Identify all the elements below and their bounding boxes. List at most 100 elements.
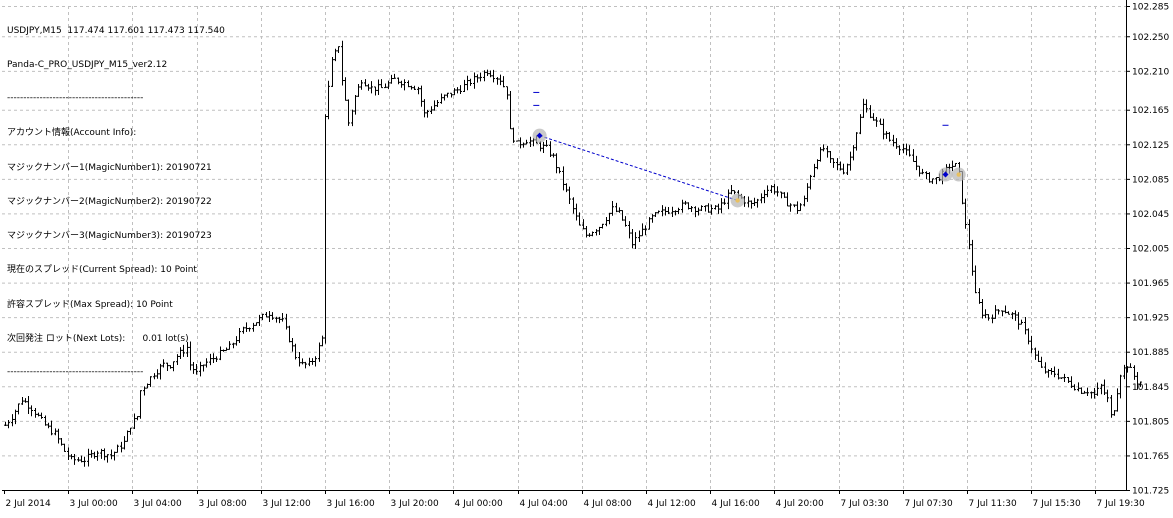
ohlc-bar	[773, 183, 776, 195]
ohlc-bar	[314, 356, 317, 367]
time-tick-label: 4 Jul 16:00	[712, 499, 761, 509]
ohlc-bar	[789, 203, 792, 212]
ohlc-bar	[978, 288, 981, 304]
ohlc-bar	[1004, 305, 1007, 314]
next-lots: 次回発注 ロット(Next Lots): 0.01 lot(s)	[7, 333, 189, 344]
ohlc-bar	[954, 162, 957, 167]
current-spread: 現在のスプレッド(Current Spread): 10 Point	[7, 265, 197, 276]
ohlc-bar	[875, 117, 878, 127]
ohlc-bar	[407, 80, 410, 88]
ohlc-bar	[912, 149, 915, 163]
ohlc-bar	[374, 86, 377, 96]
info-panel: USDJPY,M15 117.474 117.601 117.473 117.5…	[7, 3, 225, 402]
ohlc-bar	[714, 205, 717, 210]
ohlc-bar	[47, 422, 50, 429]
ohlc-bar	[859, 114, 862, 135]
time-tick-label: 7 Jul 11:30	[969, 499, 1018, 509]
ohlc-bar	[60, 438, 63, 446]
ohlc-bar	[776, 186, 779, 197]
ohlc-bar	[879, 118, 882, 125]
ohlc-bar	[1113, 410, 1116, 416]
time-tick-label: 3 Jul 08:00	[199, 499, 248, 509]
ohlc-bar	[1060, 377, 1063, 380]
ohlc-bar	[258, 314, 261, 326]
ohlc-bar	[700, 205, 703, 211]
ohlc-bar	[760, 193, 763, 204]
ohlc-bar	[242, 326, 245, 334]
ohlc-bar	[417, 86, 420, 95]
ohlc-bar	[403, 79, 406, 91]
ohlc-bar	[1067, 377, 1070, 383]
time-tick-label: 3 Jul 00:00	[70, 499, 119, 509]
ohlc-bar	[235, 336, 238, 346]
ohlc-bar	[862, 98, 865, 118]
ohlc-bar	[552, 153, 555, 158]
ohlc-bar	[77, 457, 80, 462]
time-tick-label: 3 Jul 12:00	[263, 499, 312, 509]
ohlc-bar	[555, 153, 558, 174]
ohlc-bar	[364, 79, 367, 87]
ohlc-bar	[380, 79, 383, 89]
ohlc-bar	[390, 74, 393, 84]
ohlc-bar	[1133, 365, 1136, 380]
ohlc-bar	[67, 447, 70, 460]
ohlc-bar	[370, 81, 373, 94]
ohlc-bar	[951, 160, 954, 172]
ohlc-bar	[905, 143, 908, 156]
ohlc-bar	[410, 85, 413, 90]
ohlc-bar	[506, 86, 509, 100]
ohlc-bar	[628, 221, 631, 239]
ohlc-bar	[690, 206, 693, 213]
price-tick-label: 102.285	[1132, 3, 1169, 13]
ohlc-bar	[1037, 350, 1040, 363]
ohlc-bar	[4, 421, 7, 426]
ohlc-bar	[344, 77, 347, 101]
ohlc-bar	[288, 325, 291, 343]
ohlc-bar	[621, 210, 624, 221]
ohlc-bar	[446, 92, 449, 98]
ohlc-bar	[558, 167, 561, 174]
ohlc-bar	[968, 219, 971, 250]
ohlc-bar	[129, 427, 132, 435]
ohlc-bar	[707, 203, 710, 213]
ohlc-bar	[677, 207, 680, 215]
ohlc-bar	[496, 77, 499, 85]
ohlc-bar	[634, 232, 637, 250]
price-tick-label: 101.965	[1132, 279, 1169, 289]
ohlc-bar	[459, 85, 462, 95]
ohlc-bar	[997, 309, 1000, 315]
ohlc-bar	[750, 200, 753, 209]
ohlc-bar	[1014, 310, 1017, 321]
time-tick-label: 7 Jul 15:30	[1033, 499, 1082, 509]
ohlc-bar	[598, 226, 601, 236]
ohlc-bar	[1073, 384, 1076, 391]
price-tick-label: 102.250	[1132, 33, 1169, 43]
ohlc-bar	[245, 322, 248, 332]
ohlc-bar	[123, 436, 126, 450]
ohlc-bar	[763, 189, 766, 204]
ohlc-bar	[341, 40, 344, 86]
ea-name: Panda-C_PRO_USDJPY_M15_ver2.12	[7, 60, 168, 71]
ohlc-bar	[80, 455, 83, 463]
ohlc-bar	[413, 85, 416, 90]
price-tick-label: 101.725	[1132, 487, 1169, 497]
ohlc-bar	[357, 84, 360, 97]
ohlc-bar	[605, 216, 608, 227]
ohlc-bar	[842, 163, 845, 175]
time-tick-label: 3 Jul 16:00	[327, 499, 376, 509]
ohlc-bar	[981, 298, 984, 319]
chart-window[interactable]: 102.285 102.250 102.210 102.165 102.125 102.0…	[0, 0, 1173, 518]
ohlc-bar	[1027, 328, 1030, 345]
ohlc-bar	[747, 196, 750, 208]
ohlc-bar	[1044, 362, 1047, 374]
ohlc-bar	[674, 210, 677, 216]
ohlc-bar	[539, 141, 542, 152]
ohlc-bar	[770, 185, 773, 194]
ohlc-bar	[872, 113, 875, 121]
ohlc-bar	[667, 207, 670, 214]
time-tick-label: 4 Jul 08:00	[584, 499, 633, 509]
ohlc-bar	[1047, 369, 1050, 378]
ohlc-bar	[549, 141, 552, 157]
ohlc-bar	[483, 70, 486, 82]
ohlc-bar	[780, 191, 783, 199]
